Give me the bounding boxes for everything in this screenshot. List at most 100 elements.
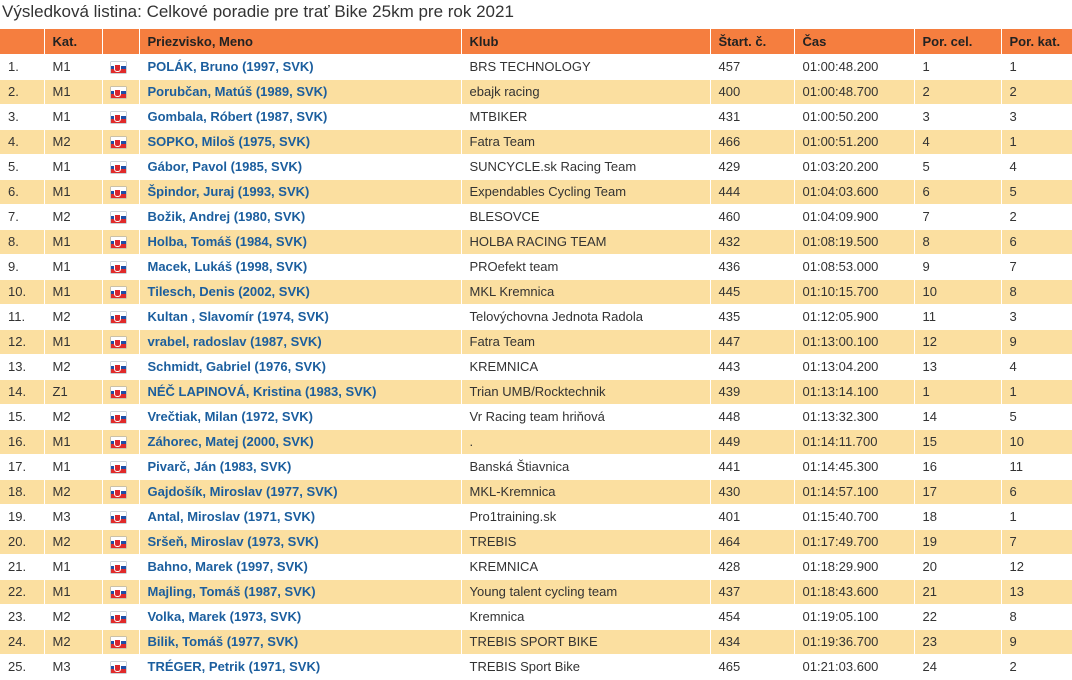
- header-name[interactable]: Priezvisko, Meno: [138, 29, 461, 54]
- cell-category-rank: 1: [1000, 54, 1072, 79]
- slovakia-flag-icon: [110, 636, 126, 648]
- cell-time: 01:14:57.100: [793, 479, 914, 504]
- cell-rank: 9.: [8, 258, 19, 274]
- competitor-link[interactable]: Špindor, Juraj (1993, SVK): [148, 184, 310, 199]
- cell-category-rank: 4: [1000, 354, 1072, 379]
- cell-bib: 428: [709, 554, 794, 579]
- competitor-link[interactable]: Gombala, Róbert (1987, SVK): [148, 109, 328, 124]
- cell-rank: 14.: [8, 383, 27, 399]
- competitor-link[interactable]: Bilik, Tomáš (1977, SVK): [148, 634, 299, 649]
- cell-rank: 22.: [8, 583, 27, 599]
- header-category[interactable]: Kat.: [43, 29, 102, 54]
- header-time[interactable]: Čas: [793, 29, 914, 54]
- cell-bib: 434: [709, 629, 794, 654]
- competitor-link[interactable]: Sršeň, Miroslav (1973, SVK): [148, 534, 319, 549]
- cell-flag: [101, 254, 139, 279]
- table-row: 19. M3 Antal, Miroslav (1971, SVK) Pro1trai…: [0, 504, 1072, 529]
- cell-time: 01:00:50.200: [793, 104, 914, 129]
- header-bib[interactable]: Štart. č.: [709, 29, 794, 54]
- competitor-link[interactable]: Porubčan, Matúš (1989, SVK): [148, 84, 328, 99]
- competitor-link[interactable]: POLÁK, Bruno (1997, SVK): [148, 59, 314, 74]
- competitor-link[interactable]: SOPKO, Miloš (1975, SVK): [148, 134, 311, 149]
- cell-flag: [101, 179, 139, 204]
- slovakia-flag-icon: [110, 261, 126, 273]
- header-club[interactable]: Klub: [460, 29, 710, 54]
- cell-bib: 441: [709, 454, 794, 479]
- competitor-link[interactable]: Volka, Marek (1973, SVK): [148, 609, 302, 624]
- header-category-rank[interactable]: Por. kat.: [1000, 29, 1072, 54]
- slovakia-flag-icon: [110, 511, 126, 523]
- cell-category-rank: 6: [1000, 229, 1072, 254]
- competitor-link[interactable]: Tilesch, Denis (2002, SVK): [148, 284, 310, 299]
- cell-category: Z1: [43, 379, 102, 404]
- cell-name: Holba, Tomáš (1984, SVK): [138, 229, 461, 254]
- cell-overall-rank: 21: [913, 579, 1001, 604]
- cell-rank: 17.: [8, 458, 27, 474]
- cell-bib: 439: [709, 379, 794, 404]
- cell-club: KREMNICA: [460, 354, 710, 379]
- header-rank[interactable]: [0, 29, 44, 54]
- header-country[interactable]: [101, 29, 139, 54]
- competitor-link[interactable]: Majling, Tomáš (1987, SVK): [148, 584, 316, 599]
- competitor-link[interactable]: Schmidt, Gabriel (1976, SVK): [148, 359, 326, 374]
- table-row: 22. M1 Majling, Tomáš (1987, SVK) Young tal…: [0, 579, 1072, 604]
- cell-category-rank: 9: [1000, 629, 1072, 654]
- cell-category: M1: [43, 329, 102, 354]
- cell-flag: [101, 79, 139, 104]
- competitor-link[interactable]: Holba, Tomáš (1984, SVK): [148, 234, 307, 249]
- table-row: 12. M1 vrabel, radoslav (1987, SVK) Fatra T…: [0, 329, 1072, 354]
- competitor-link[interactable]: Gajdošík, Miroslav (1977, SVK): [148, 484, 338, 499]
- cell-category-rank: 6: [1000, 479, 1072, 504]
- cell-time: 01:19:36.700: [793, 629, 914, 654]
- competitor-link[interactable]: vrabel, radoslav (1987, SVK): [148, 334, 322, 349]
- cell-bib: 454: [709, 604, 794, 629]
- cell-bib: 449: [709, 429, 794, 454]
- cell-bib: 448: [709, 404, 794, 429]
- cell-category-rank: 4: [1000, 154, 1072, 179]
- cell-club: HOLBA RACING TEAM: [460, 229, 710, 254]
- cell-flag: [101, 129, 139, 154]
- competitor-link[interactable]: Antal, Miroslav (1971, SVK): [148, 509, 316, 524]
- cell-flag: [101, 379, 139, 404]
- cell-overall-rank: 15: [913, 429, 1001, 454]
- cell-rank: 25.: [8, 658, 27, 674]
- competitor-link[interactable]: Bahno, Marek (1997, SVK): [148, 559, 308, 574]
- cell-bib: 430: [709, 479, 794, 504]
- header-overall-rank[interactable]: Por. cel.: [913, 29, 1001, 54]
- cell-rank: 15.: [8, 408, 27, 424]
- cell-category-rank: 11: [1000, 454, 1072, 479]
- cell-name: Gombala, Róbert (1987, SVK): [138, 104, 461, 129]
- competitor-link[interactable]: TRÉGER, Petrik (1971, SVK): [148, 659, 321, 674]
- table-row: 9. M1 Macek, Lukáš (1998, SVK) PROefekt tea…: [0, 254, 1072, 279]
- competitor-link[interactable]: Gábor, Pavol (1985, SVK): [148, 159, 303, 174]
- competitor-link[interactable]: Záhorec, Matej (2000, SVK): [148, 434, 314, 449]
- cell-overall-rank: 17: [913, 479, 1001, 504]
- slovakia-flag-icon: [110, 311, 126, 323]
- cell-name: Pivarč, Ján (1983, SVK): [138, 454, 461, 479]
- competitor-link[interactable]: Vrečtiak, Milan (1972, SVK): [148, 409, 313, 424]
- cell-name: Porubčan, Matúš (1989, SVK): [138, 79, 461, 104]
- cell-time: 01:21:03.600: [793, 654, 914, 679]
- table-row: 14. Z1 NÉČ LAPINOVÁ, Kristina (1983, SVK) T…: [0, 379, 1072, 404]
- cell-category: M2: [43, 204, 102, 229]
- competitor-link[interactable]: Pivarč, Ján (1983, SVK): [148, 459, 292, 474]
- cell-flag: [101, 304, 139, 329]
- table-row: 6. M1 Špindor, Juraj (1993, SVK) Expendable…: [0, 179, 1072, 204]
- cell-category: M3: [43, 654, 102, 679]
- cell-name: vrabel, radoslav (1987, SVK): [138, 329, 461, 354]
- cell-time: 01:03:20.200: [793, 154, 914, 179]
- competitor-link[interactable]: Macek, Lukáš (1998, SVK): [148, 259, 308, 274]
- cell-club: TREBIS SPORT BIKE: [460, 629, 710, 654]
- cell-overall-rank: 12: [913, 329, 1001, 354]
- cell-rank: 18.: [8, 483, 27, 499]
- competitor-link[interactable]: NÉČ LAPINOVÁ, Kristina (1983, SVK): [148, 384, 377, 399]
- cell-time: 01:14:45.300: [793, 454, 914, 479]
- cell-club: BLESOVCE: [460, 204, 710, 229]
- table-row: 5. M1 Gábor, Pavol (1985, SVK) SUNCYCLE.sk …: [0, 154, 1072, 179]
- competitor-link[interactable]: Božik, Andrej (1980, SVK): [148, 209, 306, 224]
- cell-category-rank: 8: [1000, 279, 1072, 304]
- cell-flag: [101, 629, 139, 654]
- cell-category: M1: [43, 154, 102, 179]
- cell-overall-rank: 14: [913, 404, 1001, 429]
- competitor-link[interactable]: Kultan , Slavomír (1974, SVK): [148, 309, 329, 324]
